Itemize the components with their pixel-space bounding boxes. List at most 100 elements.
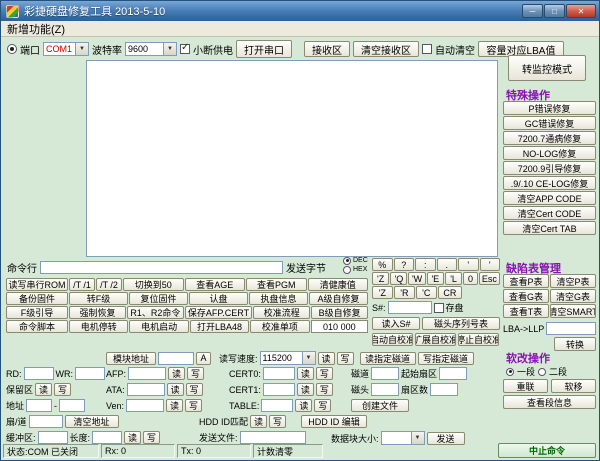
special-button-no-log[interactable]: NO-LOG修复 xyxy=(503,146,596,160)
grid-button[interactable]: 认盘 xyxy=(189,292,248,305)
stop-calibration-button[interactable]: 停止自校准 xyxy=(458,333,499,346)
address-start-input[interactable] xyxy=(26,399,53,412)
sn-save-checkbox[interactable] xyxy=(433,302,444,313)
baud-select[interactable]: 9600 ▼ xyxy=(125,42,177,56)
grid-button[interactable]: /T /1 xyxy=(69,278,95,291)
read-track-button[interactable]: 读指定磁道 xyxy=(359,351,416,365)
hddid-read-button[interactable]: 读 xyxy=(250,415,267,428)
clear-p-list-button[interactable]: 清空P表 xyxy=(550,274,596,288)
keypad-key[interactable]: % xyxy=(372,258,393,271)
receive-zone-button[interactable]: 接收区 xyxy=(304,41,350,57)
relink-button[interactable]: 重联 xyxy=(503,379,548,393)
view-t-list-button[interactable]: 查看T表 xyxy=(503,304,549,318)
segment-one-radio[interactable] xyxy=(506,367,514,376)
grid-button[interactable]: 强制恢复 xyxy=(69,306,126,319)
grid-button[interactable]: 电机启动 xyxy=(129,320,189,333)
reserved-read-button[interactable]: 读 xyxy=(35,383,53,396)
buffer-write-button[interactable]: 写 xyxy=(143,431,161,444)
grid-button[interactable]: 命令脚本 xyxy=(6,320,68,333)
special-button-clear-cert-code[interactable]: 清空Cert CODE xyxy=(503,206,596,220)
segment-two-radio[interactable] xyxy=(538,367,547,376)
keypad-key[interactable]: 'L xyxy=(444,272,463,285)
menu-item-new-features[interactable]: 新增功能(Z) xyxy=(7,21,65,37)
write-track-button[interactable]: 写指定磁道 xyxy=(417,351,474,365)
command-input[interactable] xyxy=(40,261,283,274)
grid-button[interactable]: /T /2 xyxy=(96,278,122,291)
keypad-key[interactable]: : xyxy=(415,258,436,271)
grid-button[interactable]: 清健康值 xyxy=(307,278,368,291)
sn-input[interactable] xyxy=(387,301,432,314)
grid-button[interactable]: 打开LBA48 xyxy=(189,320,250,333)
com-port-select[interactable]: COM1 ▼ xyxy=(43,42,89,56)
ata-input[interactable] xyxy=(126,383,165,396)
keypad-key[interactable]: 'R xyxy=(393,286,415,299)
keypad-esc-key[interactable]: Esc xyxy=(478,272,500,285)
view-segment-info-button[interactable]: 查看段信息 xyxy=(503,395,596,409)
auto-clear-checkbox[interactable] xyxy=(422,44,432,54)
wr-input[interactable] xyxy=(75,367,105,380)
keypad-key[interactable]: 'Z xyxy=(372,286,393,299)
close-button[interactable]: ✕ xyxy=(566,4,596,18)
abort-command-button[interactable]: 中止命令 xyxy=(498,443,596,458)
special-button-7200-9[interactable]: 7200.9引导修复 xyxy=(503,161,596,175)
track-input[interactable] xyxy=(371,367,400,380)
cert1-input[interactable] xyxy=(262,383,295,396)
cert0-write-button[interactable]: 写 xyxy=(315,367,333,380)
rd-input[interactable] xyxy=(23,367,54,380)
reserved-write-button[interactable]: 写 xyxy=(54,383,72,396)
special-button-p-error[interactable]: P错误修复 xyxy=(503,101,596,115)
convert-button[interactable]: 转换 xyxy=(554,337,596,351)
grid-button[interactable]: 执盘信息 xyxy=(249,292,308,305)
hddid-edit-button[interactable]: HDD ID 编辑 xyxy=(301,415,367,428)
soft-move-button[interactable]: 软移 xyxy=(551,379,596,393)
module-a-button[interactable]: A xyxy=(196,351,211,365)
afp-input[interactable] xyxy=(128,367,167,380)
keypad-key[interactable]: ? xyxy=(393,258,414,271)
head-input[interactable] xyxy=(371,383,400,396)
sector-track-input[interactable] xyxy=(28,415,63,428)
cert0-read-button[interactable]: 读 xyxy=(296,367,314,380)
ata-read-button[interactable]: 读 xyxy=(166,383,184,396)
ata-write-button[interactable]: 写 xyxy=(185,383,203,396)
cert1-read-button[interactable]: 读 xyxy=(296,383,314,396)
keypad-key[interactable]: 'E xyxy=(426,272,444,285)
special-button-clear-cert-tab[interactable]: 清空Cert TAB xyxy=(503,221,596,235)
head-serial-table-button[interactable]: 磁头序列号表 xyxy=(422,317,500,330)
lba-convert-input[interactable] xyxy=(546,322,596,335)
start-calibration-button[interactable]: 启动自校准 xyxy=(372,333,413,346)
sector-count-input[interactable] xyxy=(430,383,459,396)
view-p-list-button[interactable]: 查看P表 xyxy=(503,274,549,288)
length-input[interactable] xyxy=(92,431,123,444)
start-sector-input[interactable] xyxy=(439,367,468,380)
keypad-key[interactable]: 'C xyxy=(415,286,437,299)
clear-smart-button[interactable]: 清空SMART xyxy=(550,304,596,318)
ven-input[interactable] xyxy=(126,399,165,412)
clear-address-button[interactable]: 清空地址 xyxy=(64,415,119,428)
speed-select[interactable]: 115200 ▼ xyxy=(259,351,316,365)
table-read-button[interactable]: 读 xyxy=(295,399,313,412)
create-file-button[interactable]: 创建文件 xyxy=(351,399,409,412)
grid-button[interactable]: 电机停转 xyxy=(69,320,129,333)
keypad-cr-key[interactable]: CR xyxy=(437,286,462,299)
afp-read-button[interactable]: 读 xyxy=(168,367,186,380)
grid-button[interactable]: R1、R2命令 xyxy=(126,306,184,319)
port-radio[interactable] xyxy=(7,44,17,54)
grid-button[interactable]: 校准单项 xyxy=(250,320,310,333)
special-button-clear-app-code[interactable]: 清空APP CODE xyxy=(503,191,596,205)
module-address-input[interactable] xyxy=(158,351,194,365)
block-size-select[interactable]: ▼ xyxy=(380,431,425,445)
ven-read-button[interactable]: 读 xyxy=(166,399,184,412)
address-end-input[interactable] xyxy=(59,399,86,412)
keypad-key[interactable]: . xyxy=(436,258,457,271)
sn-read-button[interactable]: 读入S# xyxy=(372,317,420,330)
cert1-write-button[interactable]: 写 xyxy=(315,383,333,396)
grid-button[interactable]: B级自修复 xyxy=(311,306,369,319)
grid-button[interactable]: 查看AGE xyxy=(184,278,245,291)
counter-reset-button[interactable]: 计数清零 xyxy=(253,444,323,458)
maximize-button[interactable]: □ xyxy=(544,4,565,18)
keypad-key[interactable]: 'Q xyxy=(390,272,408,285)
special-button-gc-error[interactable]: GC错误修复 xyxy=(503,116,596,130)
grid-button[interactable]: 备份固件 xyxy=(6,292,68,305)
power-checkbox[interactable] xyxy=(180,42,190,54)
special-button-ce-log[interactable]: .9/.10 CE-LOG修复 xyxy=(503,176,596,190)
